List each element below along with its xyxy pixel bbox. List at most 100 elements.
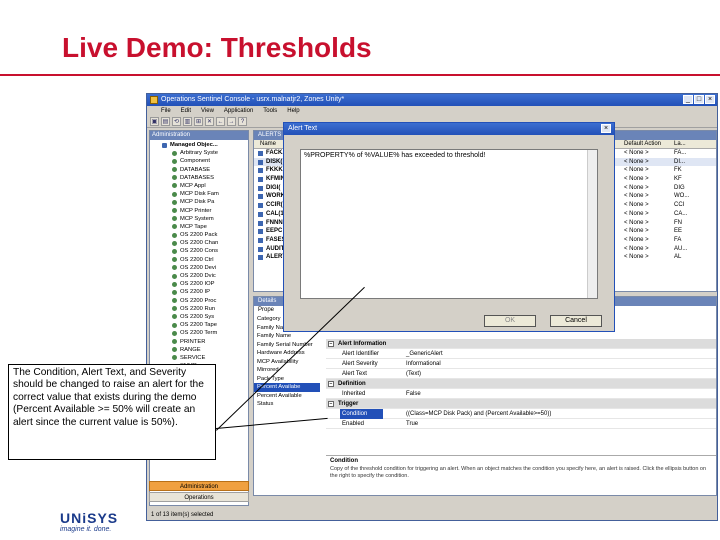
tree-item[interactable]: OS 2200 Devi <box>152 264 248 272</box>
tree-item[interactable]: OS 2200 Dvic <box>152 272 248 280</box>
condition-description-box: Condition Copy of the threshold conditio… <box>326 455 716 495</box>
alert-default-action: < None > <box>624 167 649 174</box>
menu-item[interactable]: Help <box>287 106 299 116</box>
tree-item[interactable]: MCP System <box>152 215 248 223</box>
property-group[interactable]: − Definition <box>326 379 716 389</box>
column-la[interactable]: La... <box>674 140 686 149</box>
tree-item[interactable]: MCP Appl <box>152 182 248 190</box>
toolbar-button[interactable]: ✕ <box>205 117 214 126</box>
object-type-icon <box>172 347 177 353</box>
toolbar-button[interactable]: → <box>227 117 236 126</box>
toolbar-button[interactable]: ⊞ <box>194 117 203 126</box>
alert-text-input[interactable]: %PROPERTY% of %VALUE% has exceeded to th… <box>300 149 598 299</box>
details-field[interactable]: Family Serial Number <box>254 341 320 350</box>
tree-item[interactable]: Component <box>152 157 248 165</box>
object-type-icon <box>172 306 177 312</box>
tree-item[interactable]: OS 2200 Term <box>152 329 248 337</box>
tree-root[interactable]: Managed Objec... <box>152 141 248 149</box>
property-row[interactable]: Inherited False <box>326 389 716 399</box>
ok-button[interactable]: OK <box>484 315 536 327</box>
tree-item[interactable]: OS 2200 Chan <box>152 239 248 247</box>
tree-item[interactable]: OS 2200 Ctrl <box>152 256 248 264</box>
object-type-icon <box>172 322 177 328</box>
nav-operations-button[interactable]: Operations <box>149 492 249 502</box>
menu-item[interactable]: Application <box>224 106 253 116</box>
toolbar-button[interactable]: ← <box>216 117 225 126</box>
nav-administration-button[interactable]: Administration <box>149 481 249 491</box>
property-value[interactable]: Informational <box>406 359 441 369</box>
property-group[interactable]: − Alert Information <box>326 339 716 349</box>
alert-la: AL <box>674 254 682 261</box>
property-row[interactable]: Alert Identifier _GenericAlert <box>326 349 716 359</box>
tree-item-label: Arbitrary Syste <box>180 150 219 157</box>
cancel-button[interactable]: Cancel <box>550 315 602 327</box>
maximize-button[interactable]: □ <box>694 95 704 104</box>
close-window-button[interactable]: × <box>705 95 715 104</box>
alert-icon <box>258 237 263 243</box>
tree-item[interactable]: OS 2200 Proc <box>152 297 248 305</box>
collapse-icon[interactable]: − <box>328 401 334 407</box>
object-type-icon <box>172 224 177 230</box>
property-key: Alert Severity <box>342 361 378 367</box>
alert-la: AU... <box>674 245 688 252</box>
column-name[interactable]: Name <box>260 140 276 149</box>
property-value[interactable]: _GenericAlert <box>406 349 443 359</box>
property-key: Inherited <box>342 391 366 397</box>
tree-item-label: Component <box>180 158 210 165</box>
tree-item[interactable]: MCP Disk Pa <box>152 198 248 206</box>
details-field[interactable]: Pack Type <box>254 375 320 384</box>
property-value[interactable]: ((Class=MCP Disk Pack) and (Percent Avai… <box>406 409 551 419</box>
property-value[interactable]: (Text) <box>406 369 421 379</box>
minimize-button[interactable]: _ <box>683 95 693 104</box>
property-value[interactable]: True <box>406 419 418 429</box>
details-field[interactable]: Percent Available <box>254 392 320 401</box>
tree-item[interactable]: OS 2200 Sys <box>152 313 248 321</box>
toolbar-button[interactable]: ⟲ <box>172 117 181 126</box>
object-type-icon <box>172 191 177 197</box>
property-row-condition[interactable]: Condition ((Class=MCP Disk Pack) and (Per… <box>326 409 716 419</box>
tree-item[interactable]: MCP Printer <box>152 207 248 215</box>
tree-item[interactable]: DATABASES <box>152 174 248 182</box>
tree-item-label: MCP System <box>180 215 214 222</box>
menu-item[interactable]: Tools <box>263 106 277 116</box>
dialog-scrollbar[interactable] <box>587 150 597 298</box>
toolbar-button[interactable]: ▥ <box>183 117 192 126</box>
tree-item[interactable]: OS 2200 Tape <box>152 321 248 329</box>
alert-default-action: < None > <box>624 184 649 191</box>
details-field[interactable]: Hardware Address <box>254 349 320 358</box>
column-default-action[interactable]: Default Action <box>624 140 661 149</box>
tree-item[interactable]: OS 2200 Pack <box>152 231 248 239</box>
tree-item[interactable]: PRINTER <box>152 338 248 346</box>
property-value[interactable]: False <box>406 389 421 399</box>
tree-item[interactable]: MCP Tape <box>152 223 248 231</box>
tree-item[interactable]: MCP Disk Fam <box>152 190 248 198</box>
toolbar-button[interactable]: ▣ <box>150 117 159 126</box>
collapse-icon[interactable]: − <box>328 381 334 387</box>
tree-item[interactable]: OS 2200 Run <box>152 305 248 313</box>
tree-item[interactable]: OS 2200 IP <box>152 288 248 296</box>
toolbar-button[interactable]: ▤ <box>161 117 170 126</box>
alert-icon <box>258 211 263 217</box>
property-row[interactable]: Enabled True <box>326 419 716 429</box>
tree-item[interactable]: OS 2200 Cons <box>152 247 248 255</box>
tree-item[interactable]: DATABASE <box>152 166 248 174</box>
details-field[interactable]: Mirrored <box>254 366 320 375</box>
collapse-icon[interactable]: − <box>328 341 334 347</box>
toolbar-button[interactable]: ? <box>238 117 247 126</box>
tree-item[interactable]: RANGE <box>152 346 248 354</box>
details-field[interactable]: Status <box>254 400 320 409</box>
property-group[interactable]: − Trigger <box>326 399 716 409</box>
tree-item[interactable]: OS 2200 IOP <box>152 280 248 288</box>
tree-item[interactable]: SERVICE <box>152 354 248 362</box>
alert-la: FA... <box>674 150 687 156</box>
alert-la: KF <box>674 176 682 183</box>
tree-item-label: OS 2200 IOP <box>180 281 215 288</box>
property-row[interactable]: Alert Text (Text) <box>326 369 716 379</box>
menu-item[interactable]: Edit <box>181 106 191 116</box>
menu-item[interactable]: View <box>201 106 214 116</box>
menu-item[interactable]: File <box>161 106 171 116</box>
object-type-icon <box>172 216 177 222</box>
tree-item[interactable]: Arbitrary Syste <box>152 149 248 157</box>
dialog-close-button[interactable]: × <box>601 124 611 133</box>
property-row[interactable]: Alert Severity Informational <box>326 359 716 369</box>
